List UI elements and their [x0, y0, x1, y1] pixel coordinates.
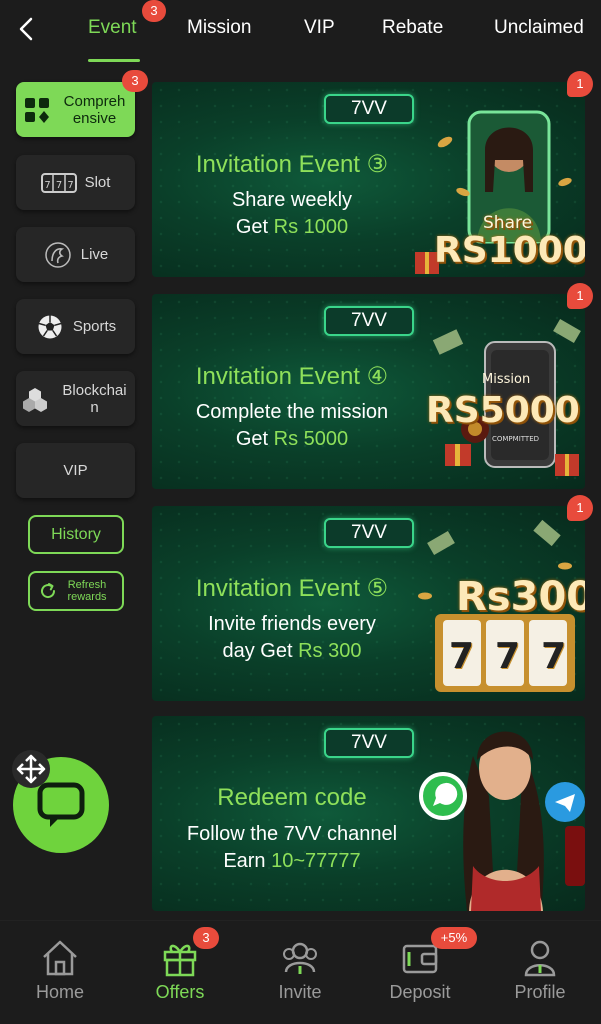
sidebar-item-label: Live	[80, 246, 109, 263]
history-button[interactable]: History	[28, 515, 124, 554]
slot-machine-icon: 777	[40, 168, 77, 198]
banner-line-2: day Get Rs 300	[222, 640, 362, 662]
live-dealer-icon	[43, 240, 73, 270]
invite-icon	[283, 942, 317, 974]
blockchain-icon	[20, 384, 50, 414]
banner-title: Redeem code	[217, 784, 367, 811]
banner-line-2: Get Rs 5000	[235, 428, 349, 450]
tab-rebate[interactable]: Rebate	[382, 17, 443, 39]
banner-art-reels: 777	[449, 636, 585, 677]
top-navigation: Event 3 Mission VIP Rebate Unclaimed	[0, 0, 601, 62]
sidebar-item-label: Sports	[72, 318, 117, 335]
soccer-ball-icon	[35, 312, 65, 342]
history-label: History	[51, 525, 101, 543]
refresh-rewards-label: Refresh rewards	[67, 579, 107, 603]
banner-line-1: Share weekly	[231, 189, 353, 211]
banner-title: Invitation Event ④	[195, 363, 389, 390]
banner-badge: 1	[567, 283, 593, 309]
tab-unclaimed[interactable]: Unclaimed	[494, 17, 584, 39]
chat-bubble-icon	[37, 782, 85, 827]
banner-art-sub: COMPMITTED	[492, 435, 540, 443]
banner-title: Invitation Event ⑤	[195, 575, 389, 602]
promo-banner-invitation-3[interactable]: 7VV Invitation Event ③ Share weekly Get …	[152, 82, 585, 277]
sidebar-badge: 3	[122, 70, 148, 92]
banner-line-1: Follow the 7VV channel	[186, 823, 398, 845]
banner-title: Invitation Event ③	[195, 151, 389, 178]
banner-art-amount: RS5000	[426, 390, 580, 431]
bottom-nav-home[interactable]: Home	[10, 938, 110, 1003]
home-icon	[43, 940, 77, 976]
profile-icon	[524, 940, 556, 977]
sidebar-item-live[interactable]: Live	[16, 227, 135, 282]
banner-art-amount: Rs300	[456, 574, 585, 620]
bottom-nav-label: Deposit	[389, 982, 451, 1002]
banner-line-1: Invite friends every	[208, 613, 376, 635]
svg-text:7: 7	[55, 180, 61, 191]
promo-banner-invitation-5[interactable]: 7VV Invitation Event ⑤ Invite friends ev…	[152, 506, 585, 701]
promo-banner-invitation-4[interactable]: 7VV Invitation Event ④ Complete the miss…	[152, 294, 585, 489]
sidebar-item-label: VIP	[63, 462, 88, 479]
sidebar-item-vip[interactable]: VIP	[16, 443, 135, 498]
banner-badge: 1	[567, 495, 593, 521]
bottom-nav-label: Invite	[278, 982, 322, 1002]
tab-mission[interactable]: Mission	[187, 17, 251, 39]
tab-event-badge: 3	[142, 0, 166, 22]
grid-icon	[22, 95, 52, 125]
bottom-nav-label: Offers	[155, 982, 205, 1002]
banner-line-1: Complete the mission	[195, 401, 389, 423]
svg-text:7: 7	[44, 180, 50, 191]
banner-line-2: Get Rs 1000	[235, 216, 349, 238]
banner-art-mission: Mission	[482, 372, 531, 387]
sidebar-item-blockchain[interactable]: Blockchai n	[16, 371, 135, 426]
bottom-nav-offers[interactable]: Offers	[130, 938, 230, 1003]
brand-logo: 7VV	[324, 306, 414, 336]
banner-line-2: Earn 10~77777	[223, 850, 361, 872]
tab-event[interactable]: Event	[88, 17, 137, 39]
refresh-rewards-button[interactable]: Refresh rewards	[28, 571, 124, 611]
deposit-bonus-badge: +5%	[431, 927, 477, 949]
banner-art-amount: RS1000	[434, 230, 585, 271]
brand-logo: 7VV	[324, 94, 414, 124]
tab-vip[interactable]: VIP	[304, 17, 335, 39]
sidebar-item-sports[interactable]: Sports	[16, 299, 135, 354]
sidebar-item-slot[interactable]: 777 Slot	[16, 155, 135, 210]
bottom-nav-profile[interactable]: Profile	[490, 938, 590, 1003]
sidebar-item-label: Compreh ensive	[63, 92, 126, 127]
bottom-nav-label: Home	[35, 982, 84, 1002]
sidebar-item-label: Blockchai n	[62, 381, 127, 416]
brand-logo: 7VV	[324, 728, 414, 758]
offers-badge: 3	[193, 927, 219, 949]
promo-banner-redeem-code[interactable]: 7VV Redeem code Follow the 7VV channel E…	[152, 716, 585, 911]
sidebar-item-label: Slot	[84, 174, 111, 191]
woman-with-social-icons-illustration	[419, 731, 585, 911]
bottom-nav-label: Profile	[514, 982, 566, 1002]
svg-text:7: 7	[67, 180, 73, 191]
banner-badge: 1	[567, 71, 593, 97]
bottom-nav-invite[interactable]: Invite	[250, 938, 350, 1003]
brand-logo: 7VV	[324, 518, 414, 548]
back-arrow-icon[interactable]	[14, 16, 40, 42]
active-tab-indicator	[88, 59, 140, 62]
sidebar-item-comprehensive[interactable]: Compreh ensive	[16, 82, 135, 137]
move-arrows-icon	[16, 754, 46, 784]
refresh-icon	[41, 583, 56, 599]
drag-handle[interactable]	[12, 750, 50, 788]
